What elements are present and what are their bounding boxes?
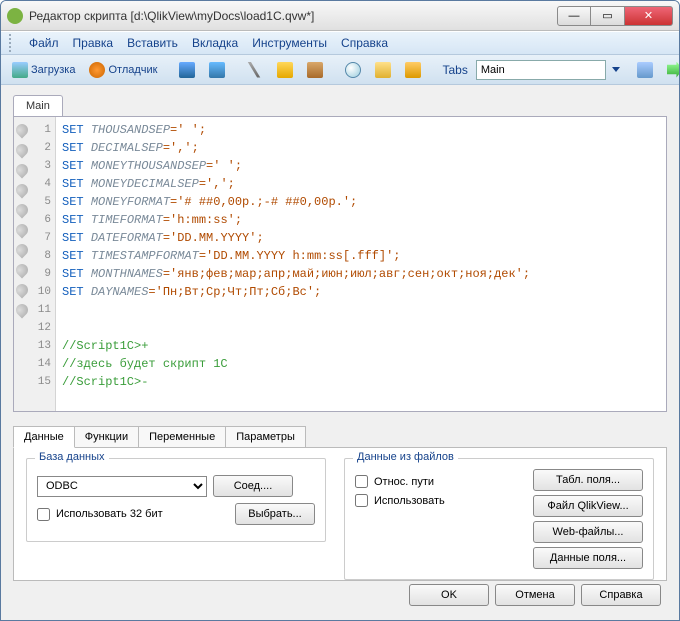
breakpoint-marker-icon[interactable] bbox=[14, 302, 31, 319]
toolbar: Загрузка Отладчик Tabs bbox=[1, 55, 679, 85]
reload-button[interactable]: Загрузка bbox=[7, 60, 80, 80]
cut-icon bbox=[247, 62, 263, 78]
bottom-tabstrip: Данные Функции Переменные Параметры bbox=[13, 426, 667, 448]
tab-variables[interactable]: Переменные bbox=[138, 426, 226, 448]
tab-parameters[interactable]: Параметры bbox=[225, 426, 306, 448]
organize-icon bbox=[637, 62, 653, 78]
edit-button[interactable] bbox=[400, 60, 426, 80]
save-all-button[interactable] bbox=[204, 60, 230, 80]
script-editor-window: Редактор скрипта [d:\QlikView\myDocs\loa… bbox=[0, 0, 680, 621]
relative-paths-label: Относ. пути bbox=[374, 476, 434, 488]
qlikview-file-button[interactable]: Файл QlikView... bbox=[533, 495, 643, 517]
search-button[interactable] bbox=[340, 60, 366, 80]
data-fields-button[interactable]: Данные поля... bbox=[533, 547, 643, 569]
tab-data[interactable]: Данные bbox=[13, 426, 75, 448]
organize-tabs-button[interactable] bbox=[632, 60, 658, 80]
help-button[interactable]: Справка bbox=[581, 584, 661, 606]
maximize-button[interactable]: ▭ bbox=[591, 6, 625, 26]
breakpoint-marker-icon[interactable] bbox=[14, 162, 31, 179]
copy-button[interactable] bbox=[272, 60, 298, 80]
files-legend: Данные из файлов bbox=[353, 451, 458, 463]
line-number-gutter: 1 2 3 4 5 6 7 8 9 10 11 12 13 14 15 bbox=[32, 117, 55, 395]
tab-functions[interactable]: Функции bbox=[74, 426, 139, 448]
ok-button[interactable]: OK bbox=[409, 584, 489, 606]
save-button[interactable] bbox=[174, 60, 200, 80]
menubar: Файл Правка Вставить Вкладка Инструменты… bbox=[1, 31, 679, 55]
bug-icon bbox=[89, 62, 105, 78]
save-all-icon bbox=[209, 62, 225, 78]
menu-tab[interactable]: Вкладка bbox=[192, 36, 238, 50]
menu-tools[interactable]: Инструменты bbox=[252, 36, 327, 50]
breakpoint-marker-icon[interactable] bbox=[14, 282, 31, 299]
script-tab-main[interactable]: Main bbox=[13, 95, 63, 116]
debug-button[interactable]: Отладчик bbox=[84, 60, 162, 80]
menu-file[interactable]: Файл bbox=[29, 36, 59, 50]
menubar-grip bbox=[9, 34, 13, 52]
connect-button[interactable]: Соед.... bbox=[213, 475, 293, 497]
open-button[interactable] bbox=[370, 60, 396, 80]
reload-icon bbox=[12, 62, 28, 78]
breakpoint-marker-icon[interactable] bbox=[14, 262, 31, 279]
breakpoint-marker-icon[interactable] bbox=[14, 242, 31, 259]
breakpoint-marker-icon[interactable] bbox=[14, 122, 31, 139]
breakpoint-marker-icon[interactable] bbox=[14, 202, 31, 219]
titlebar: Редактор скрипта [d:\QlikView\myDocs\loa… bbox=[1, 1, 679, 31]
dropdown-arrow-icon[interactable] bbox=[612, 67, 620, 72]
breakpoint-marker-icon[interactable] bbox=[14, 222, 31, 239]
force-32bit-checkbox[interactable] bbox=[37, 508, 50, 521]
tabs-dropdown[interactable] bbox=[476, 60, 606, 80]
relative-paths-checkbox[interactable] bbox=[355, 475, 368, 488]
menu-help[interactable]: Справка bbox=[341, 36, 388, 50]
database-legend: База данных bbox=[35, 451, 109, 463]
use-checkbox[interactable] bbox=[355, 494, 368, 507]
cancel-button[interactable]: Отмена bbox=[495, 584, 575, 606]
close-button[interactable]: ✕ bbox=[625, 6, 673, 26]
code-editor[interactable]: 1 2 3 4 5 6 7 8 9 10 11 12 13 14 15 SET … bbox=[13, 116, 667, 412]
next-button[interactable] bbox=[662, 60, 680, 80]
search-icon bbox=[345, 62, 361, 78]
save-icon bbox=[179, 62, 195, 78]
menu-edit[interactable]: Правка bbox=[73, 36, 114, 50]
dialog-footer: OK Отмена Справка bbox=[409, 584, 661, 606]
window-title: Редактор скрипта [d:\QlikView\myDocs\loa… bbox=[29, 9, 557, 23]
paste-icon bbox=[307, 62, 323, 78]
files-fieldset: Данные из файлов Относ. пути Использоват… bbox=[344, 458, 654, 580]
arrow-right-icon bbox=[667, 62, 680, 78]
app-icon bbox=[7, 8, 23, 24]
data-panel: База данных ODBC Соед.... Использовать 3… bbox=[13, 447, 667, 581]
cut-button[interactable] bbox=[242, 60, 268, 80]
edit-icon bbox=[405, 62, 421, 78]
select-button[interactable]: Выбрать... bbox=[235, 503, 315, 525]
force-32bit-label: Использовать 32 бит bbox=[56, 508, 163, 520]
web-files-button[interactable]: Web-файлы... bbox=[533, 521, 643, 543]
use-label: Использовать bbox=[374, 495, 445, 507]
breakpoint-marker-icon[interactable] bbox=[14, 182, 31, 199]
table-fields-button[interactable]: Табл. поля... bbox=[533, 469, 643, 491]
db-type-select[interactable]: ODBC bbox=[37, 476, 207, 497]
paste-button[interactable] bbox=[302, 60, 328, 80]
code-text[interactable]: SET THOUSANDSEP=' '; SET DECIMALSEP=',';… bbox=[56, 117, 666, 411]
database-fieldset: База данных ODBC Соед.... Использовать 3… bbox=[26, 458, 326, 542]
copy-icon bbox=[277, 62, 293, 78]
folder-open-icon bbox=[375, 62, 391, 78]
breakpoint-gutter[interactable] bbox=[14, 117, 32, 325]
breakpoint-marker-icon[interactable] bbox=[14, 142, 31, 159]
tabs-label: Tabs bbox=[442, 63, 467, 77]
menu-insert[interactable]: Вставить bbox=[127, 36, 178, 50]
minimize-button[interactable]: — bbox=[557, 6, 591, 26]
